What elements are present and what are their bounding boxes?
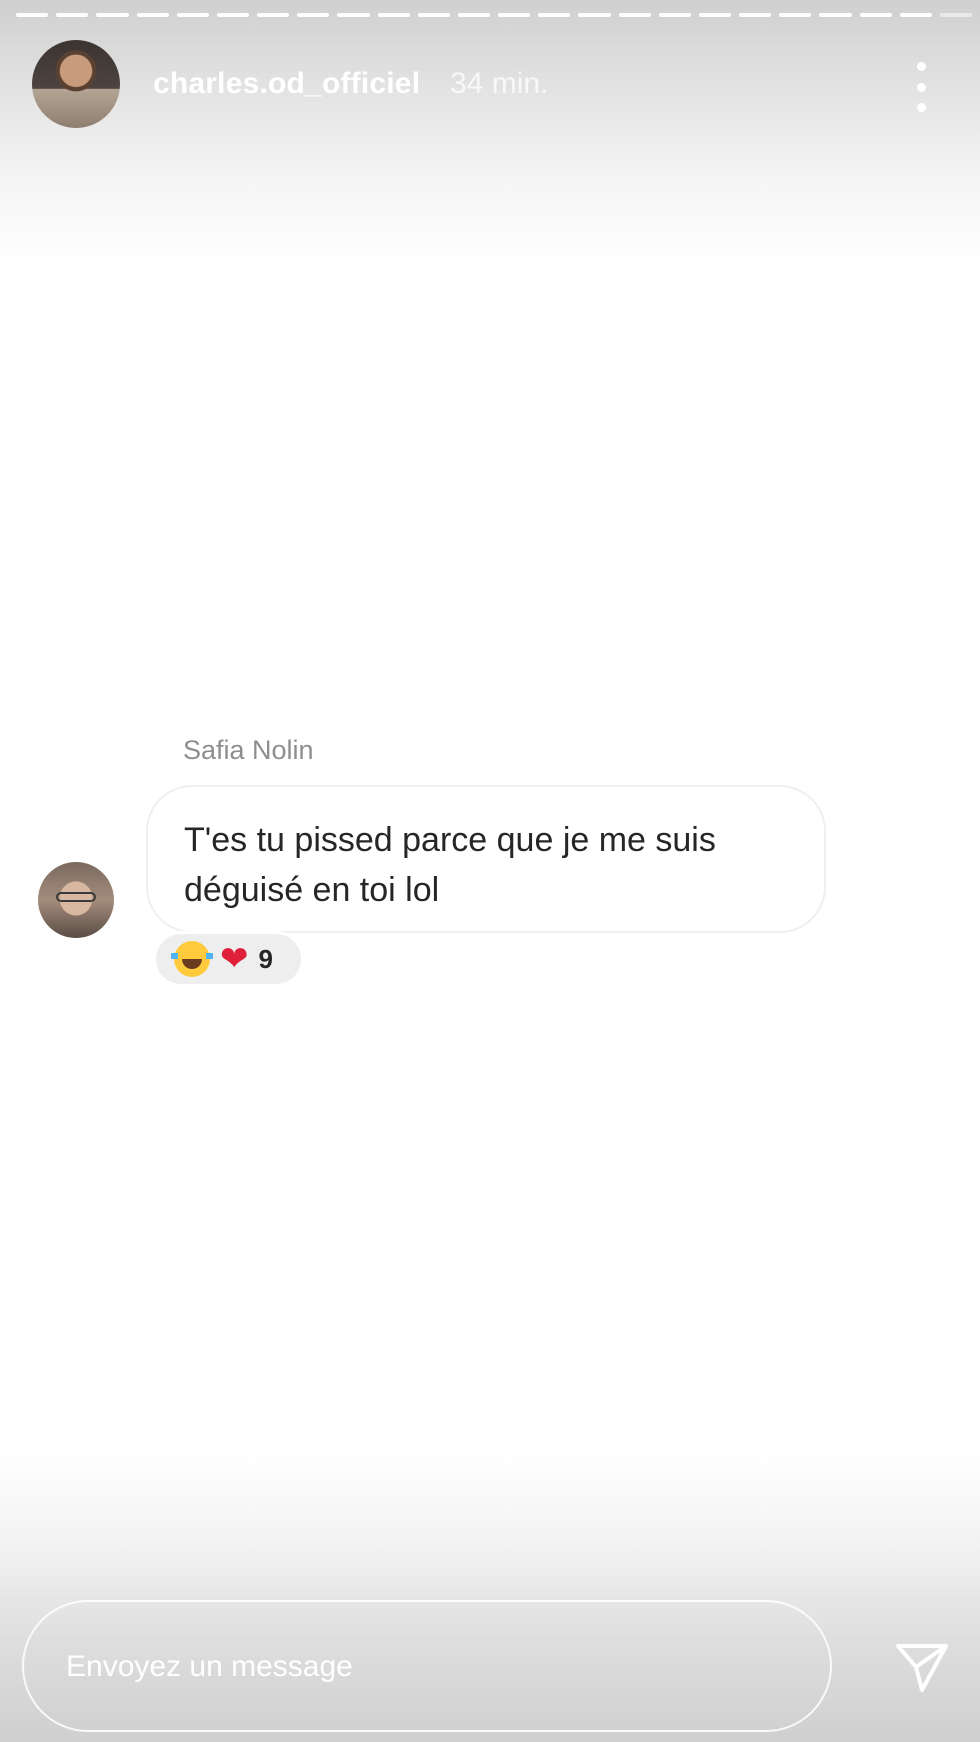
progress-segment: [819, 13, 852, 17]
progress-segment: [859, 13, 892, 17]
timestamp: 34 min.: [450, 67, 549, 100]
progress-segment: [538, 13, 571, 17]
more-dot: [916, 103, 926, 112]
progress-segment: [779, 13, 812, 17]
progress-segment: [16, 13, 49, 17]
progress-segment: [417, 13, 450, 17]
username[interactable]: charles.od_officiel: [153, 67, 420, 101]
progress-segment: [337, 13, 370, 17]
message-sender-name: Safia Nolin: [183, 735, 314, 765]
progress-segment: [578, 13, 611, 17]
sender-avatar: [38, 862, 114, 938]
progress-segment: [377, 13, 410, 17]
progress-segment: [56, 13, 89, 17]
more-dot: [916, 82, 926, 92]
laughing-emoji-icon: [171, 941, 213, 977]
progress-segment: [739, 13, 772, 17]
more-dot: [916, 62, 926, 71]
progress-segment: [498, 13, 531, 17]
progress-segment: [297, 13, 330, 17]
glasses-detail: [56, 892, 96, 902]
progress-segment: [658, 13, 691, 17]
message-input[interactable]: [64, 1602, 768, 1732]
more-vertical-icon[interactable]: [911, 62, 931, 112]
progress-segment: [176, 13, 209, 17]
progress-segment: [216, 13, 250, 17]
avatar[interactable]: [32, 40, 120, 128]
heart-emoji-icon: ❤: [220, 940, 249, 978]
progress-segment: [618, 13, 651, 17]
progress-segment: [257, 13, 290, 17]
progress-segment: [698, 13, 732, 17]
reaction-count: 9: [258, 943, 273, 974]
progress-segment: [96, 13, 129, 17]
message-composer: [22, 1600, 832, 1732]
reactions-pill[interactable]: ❤ 9: [153, 931, 304, 987]
story-header: charles.od_officiel 34 min.: [32, 40, 962, 130]
progress-segment: [939, 13, 973, 17]
send-icon[interactable]: [892, 1636, 952, 1696]
progress-segment: [899, 13, 932, 17]
message-bubble: T'es tu pissed parce que je me suis dégu…: [146, 785, 826, 933]
progress-segment: [136, 13, 169, 17]
progress-segment: [457, 13, 491, 17]
story-progress-bar: [16, 13, 973, 17]
